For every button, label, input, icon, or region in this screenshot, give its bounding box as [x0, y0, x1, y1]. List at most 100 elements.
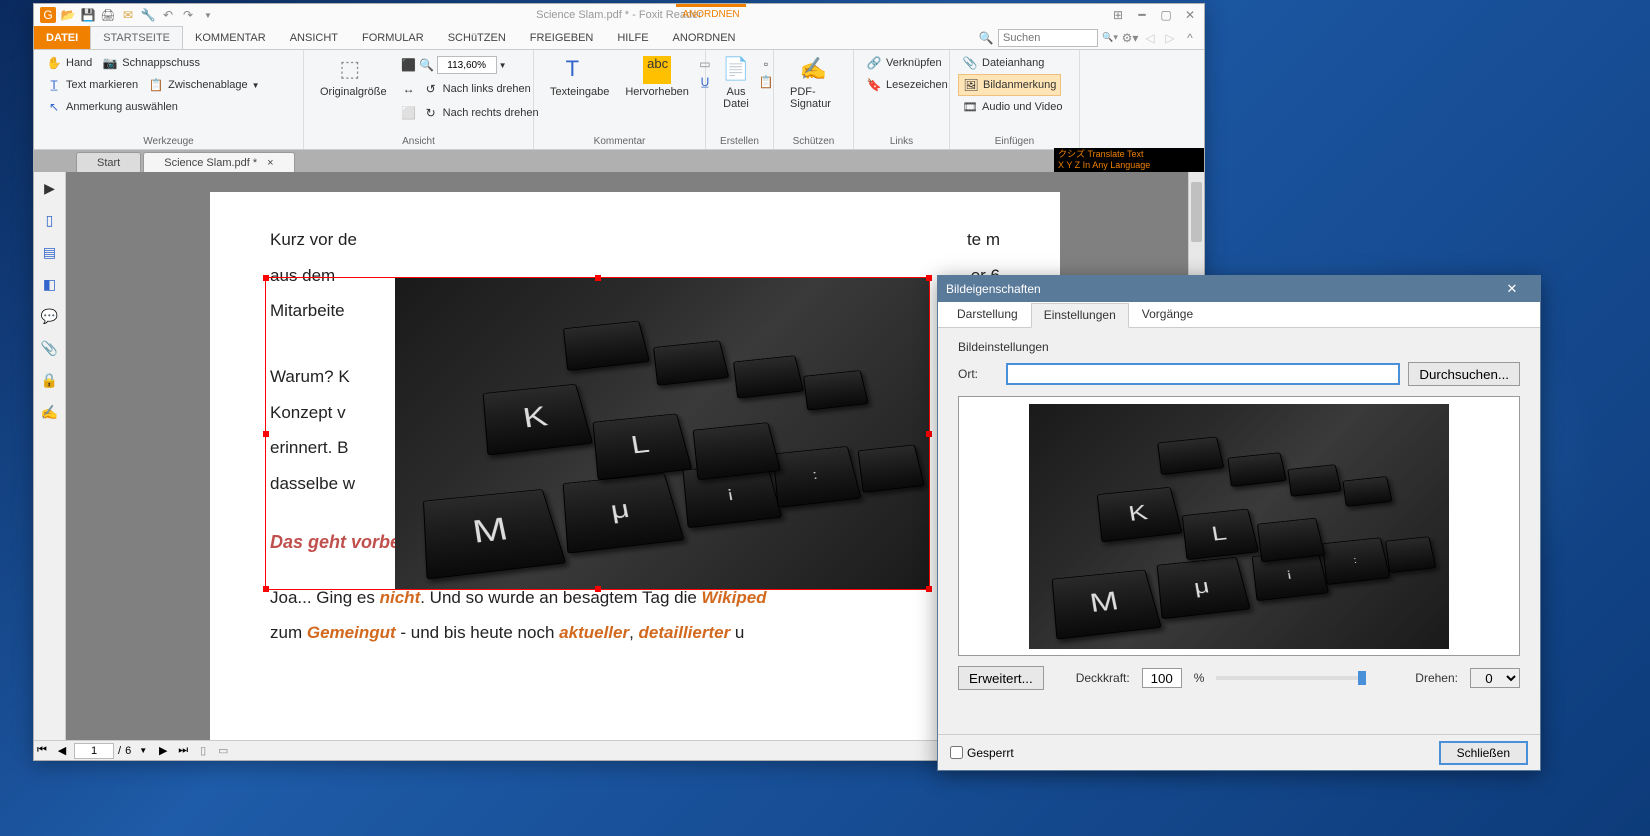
tab-darstellung[interactable]: Darstellung [944, 302, 1031, 327]
pdf-sign-button[interactable]: ✍PDF-Signatur [782, 52, 845, 114]
close-tab-icon[interactable]: × [267, 157, 273, 169]
signatures-panel-icon[interactable]: ✍ [40, 402, 60, 422]
pages-panel-icon[interactable]: ▤ [40, 242, 60, 262]
tab-vorgange[interactable]: Vorgänge [1129, 302, 1206, 327]
prev-page-icon[interactable]: ◀ [54, 743, 70, 759]
select-text-tool[interactable]: T̲Text markieren [42, 75, 142, 95]
maximize-icon[interactable]: ▢ [1158, 7, 1174, 23]
translate-ad[interactable]: クシズ Translate Text X Y Z In Any Language [1054, 148, 1204, 172]
app-icon[interactable]: G [40, 7, 56, 23]
attachments-panel-icon[interactable]: 📎 [40, 338, 60, 358]
typewriter-button[interactable]: TTexteingabe [542, 52, 617, 147]
view-mode-2-icon[interactable]: ▭ [215, 743, 231, 759]
menu-file[interactable]: DATEI [34, 26, 90, 49]
image-selection-box[interactable] [265, 277, 930, 590]
resize-handle-w[interactable] [263, 431, 269, 437]
scroll-thumb[interactable] [1191, 182, 1202, 242]
qat-dropdown-icon[interactable]: ▼ [200, 7, 216, 23]
resize-handle-se[interactable] [926, 586, 932, 592]
page-number-input[interactable] [74, 743, 114, 759]
redo-icon[interactable]: ↷ [180, 7, 196, 23]
browse-button[interactable]: Durchsuchen... [1408, 362, 1520, 386]
dialog-close-icon[interactable]: ✕ [1492, 281, 1532, 297]
clipboard-tool[interactable]: 📋Zwischenablage▼ [144, 75, 263, 95]
locked-checkbox[interactable]: Gesperrt [950, 746, 1014, 760]
menu-formular[interactable]: FORMULAR [350, 26, 436, 49]
menu-freigeben[interactable]: FREIGEBEN [518, 26, 606, 49]
zoom-out-icon[interactable]: 🔍 [419, 57, 435, 73]
attachment-button[interactable]: 📎Dateianhang [958, 53, 1048, 73]
rotate-right-button[interactable]: ↻Nach rechts drehen [419, 103, 543, 123]
actual-size-button[interactable]: ⬚ Originalgröße [312, 52, 395, 147]
menu-schutzen[interactable]: SCHüTZEN [436, 26, 518, 49]
text-fragment: Kurz vor de [270, 222, 357, 258]
toolbox-icon[interactable]: 🔧 [140, 7, 156, 23]
menu-kommentar[interactable]: KOMMENTAR [183, 26, 278, 49]
tab-document[interactable]: Science Slam.pdf *× [143, 152, 294, 172]
close-icon[interactable]: ✕ [1182, 7, 1198, 23]
menu-hilfe[interactable]: HILFE [605, 26, 660, 49]
fit-visible-icon[interactable]: ⬜ [401, 105, 417, 121]
ribbon-options-icon[interactable]: ⊞ [1110, 7, 1126, 23]
last-page-icon[interactable]: ⏭ [175, 743, 191, 759]
close-button[interactable]: Schließen [1439, 741, 1528, 765]
first-page-icon[interactable]: ⏮ [34, 743, 50, 759]
minimize-icon[interactable]: ━ [1134, 7, 1150, 23]
blank-icon[interactable]: ▫ [758, 56, 774, 72]
location-input[interactable] [1006, 363, 1400, 385]
search-dropdown-icon[interactable]: 🔍▾ [1102, 30, 1118, 46]
gear-icon[interactable]: ⚙▾ [1122, 30, 1138, 46]
image-annotation-button[interactable]: 🖼Bildanmerkung [958, 74, 1061, 96]
menu-anordnen[interactable]: ANORDNEN [661, 26, 748, 49]
select-annotation-tool[interactable]: ↖Anmerkung auswählen [42, 97, 182, 117]
nav-prev-icon[interactable]: ◁ [1142, 30, 1158, 46]
rotate-left-button[interactable]: ↺Nach links drehen [419, 79, 535, 99]
collapse-ribbon-icon[interactable]: ^ [1182, 30, 1198, 46]
locked-checkbox-input[interactable] [950, 746, 963, 759]
chevron-down-icon[interactable]: ▼ [499, 61, 507, 70]
from-file-button[interactable]: 📄Aus Datei [714, 52, 758, 147]
bookmarks-panel-icon[interactable]: ▯ [40, 210, 60, 230]
opacity-slider[interactable] [1216, 676, 1366, 680]
zoom-input[interactable] [437, 56, 497, 74]
next-page-icon[interactable]: ▶ [155, 743, 171, 759]
menu-ansicht[interactable]: ANSICHT [278, 26, 350, 49]
menu-startseite[interactable]: STARTSEITE [90, 26, 183, 49]
rotate-select[interactable]: 0 [1470, 668, 1520, 688]
resize-handle-nw[interactable] [263, 275, 269, 281]
tab-start[interactable]: Start [76, 152, 141, 172]
search-icon[interactable]: 🔍 [978, 30, 994, 46]
snapshot-tool[interactable]: 📷Schnappschuss [98, 53, 204, 73]
resize-handle-ne[interactable] [926, 275, 932, 281]
undo-icon[interactable]: ↶ [160, 7, 176, 23]
hand-tool[interactable]: ✋Hand [42, 53, 96, 73]
search-input[interactable] [998, 29, 1098, 47]
email-icon[interactable]: ✉ [120, 7, 136, 23]
audio-video-button[interactable]: 🎞Audio und Video [958, 97, 1067, 117]
page-dropdown-icon[interactable]: ▼ [135, 743, 151, 759]
resize-handle-e[interactable] [926, 431, 932, 437]
bookmark-button[interactable]: 🔖Lesezeichen [862, 75, 952, 95]
security-panel-icon[interactable]: 🔒 [40, 370, 60, 390]
clipboard-create-icon[interactable]: 📋 [758, 74, 774, 90]
slider-thumb[interactable] [1358, 671, 1366, 685]
tab-einstellungen[interactable]: Einstellungen [1031, 303, 1129, 328]
resize-handle-s[interactable] [595, 586, 601, 592]
comments-panel-icon[interactable]: 💬 [40, 306, 60, 326]
save-icon[interactable]: 💾 [80, 7, 96, 23]
highlight-button[interactable]: abcHervorheben [617, 52, 697, 147]
link-button[interactable]: 🔗Verknüpfen [862, 53, 946, 73]
print-icon[interactable]: 🖨 [100, 7, 116, 23]
open-icon[interactable]: 📂 [60, 7, 76, 23]
nav-next-icon[interactable]: ▷ [1162, 30, 1178, 46]
fit-page-icon[interactable]: ⬛ [401, 57, 417, 73]
resize-handle-n[interactable] [595, 275, 601, 281]
advanced-button[interactable]: Erweitert... [958, 666, 1044, 690]
dialog-title-bar[interactable]: Bildeigenschaften ✕ [938, 276, 1540, 302]
fit-width-icon[interactable]: ↔ [401, 81, 417, 97]
resize-handle-sw[interactable] [263, 586, 269, 592]
expand-panel-icon[interactable]: ▶ [40, 178, 60, 198]
view-mode-1-icon[interactable]: ▯ [195, 743, 211, 759]
layers-panel-icon[interactable]: ◧ [40, 274, 60, 294]
opacity-input[interactable] [1142, 668, 1182, 688]
